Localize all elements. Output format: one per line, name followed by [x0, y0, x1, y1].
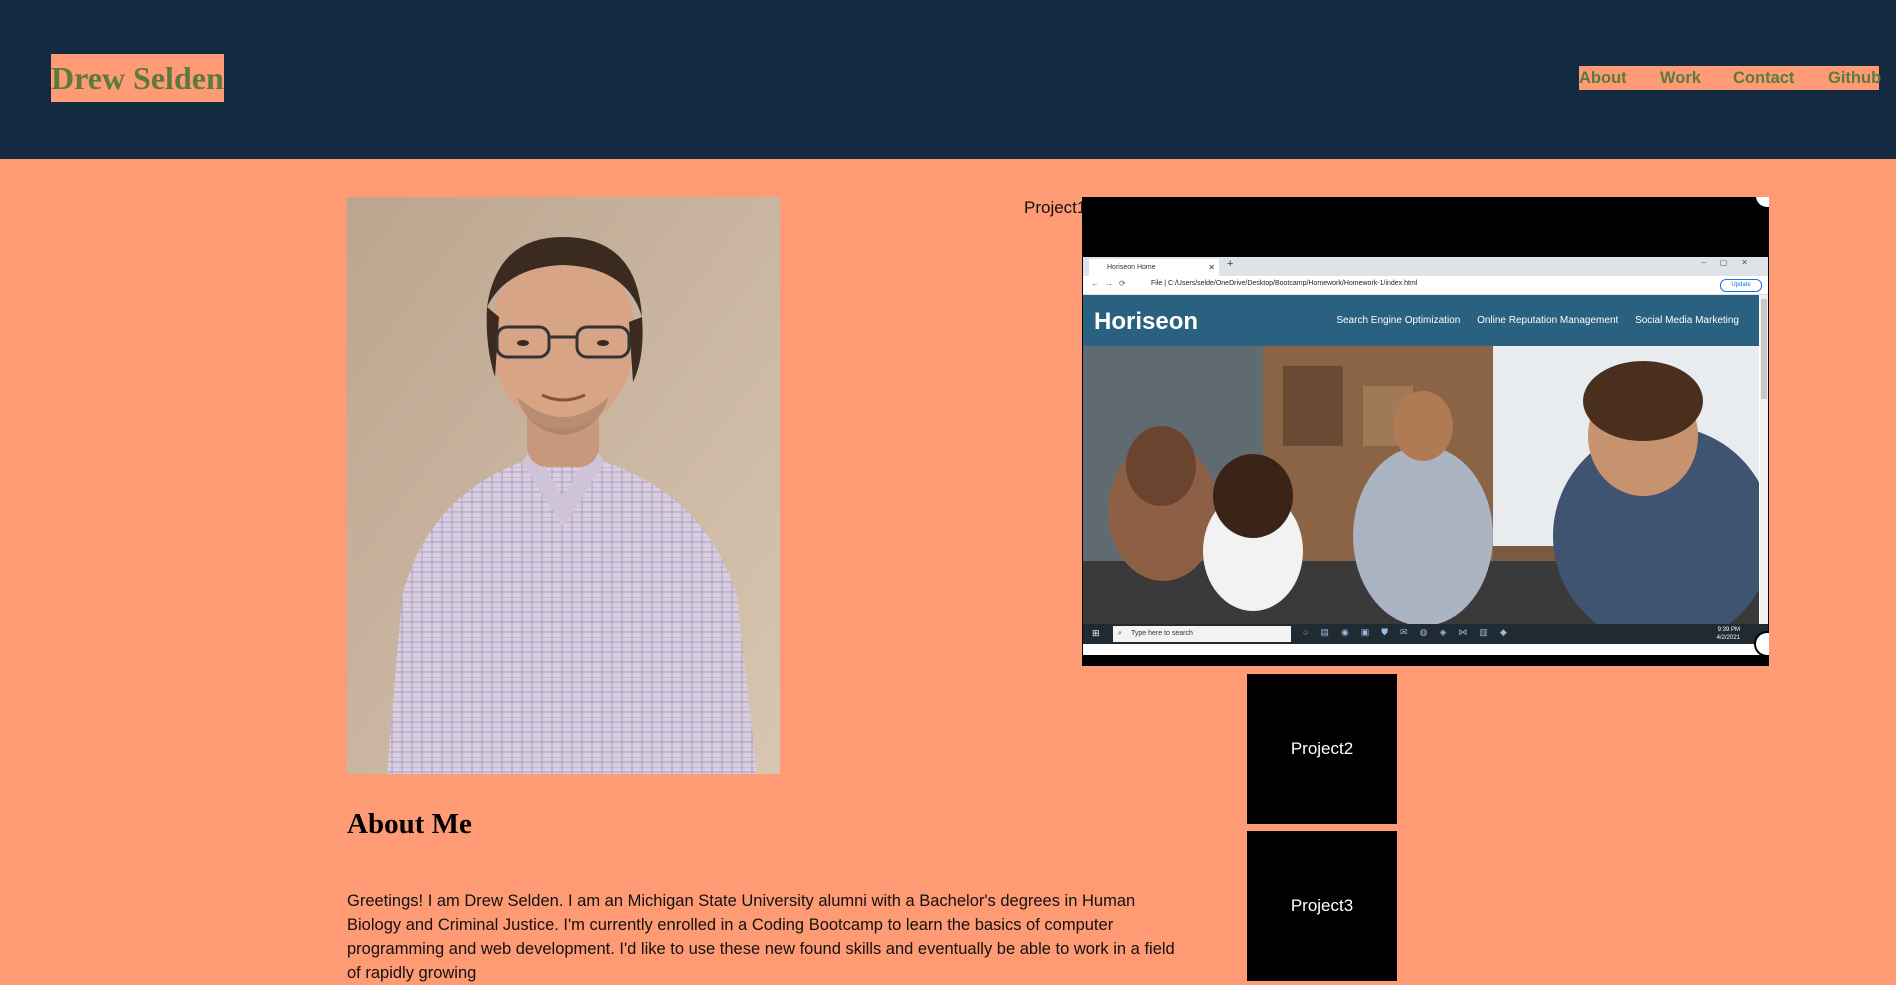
clock-time: 9:39 PM: [1717, 627, 1740, 633]
horiseon-nav-link: Online Reputation Management: [1477, 315, 1619, 326]
main-nav: About Work Contact Github: [1579, 66, 1881, 90]
project2-label: Project2: [1290, 739, 1354, 758]
close-icon: ✕: [1208, 263, 1215, 272]
update-button: Update: [1720, 279, 1762, 292]
horiseon-nav-link: Social Media Marketing: [1635, 315, 1739, 326]
windows-start-icon: ⊞: [1092, 628, 1100, 638]
nav-link-about[interactable]: About: [1579, 66, 1627, 90]
windows-taskbar: ⊞ ⌕ Type here to search ○▤◉▣⛊✉◍◈⋈▥◆ 9:39…: [1083, 624, 1768, 644]
horiseon-nav-link: Search Engine Optimization: [1336, 315, 1461, 326]
horiseon-hero-image: [1083, 346, 1759, 624]
browser-window: Horiseon Home ✕ + –▢✕ ←→⟳ File | C:/User…: [1083, 257, 1768, 655]
taskbar-search-text: Type here to search: [1131, 630, 1193, 637]
scroll-thumb: [1761, 299, 1767, 399]
about-paragraph: Greetings! I am Drew Selden. I am an Mic…: [347, 892, 1175, 982]
site-title[interactable]: Drew Selden: [51, 54, 224, 102]
taskbar-search: ⌕ Type here to search: [1113, 626, 1291, 642]
profile-photo-illustration: [347, 197, 780, 774]
search-icon: ⌕: [1118, 630, 1122, 637]
system-tray-clock: 9:39 PM 4/2/2021: [1717, 626, 1740, 642]
project3-label: Project3: [1290, 896, 1354, 915]
nav-link-github[interactable]: Github: [1828, 66, 1881, 90]
horiseon-nav: Search Engine Optimization Online Reputa…: [1322, 315, 1739, 326]
address-bar: ←→⟳ File | C:/Users/selde/OneDrive/Deskt…: [1083, 276, 1768, 295]
corner-handle-icon: [1754, 197, 1769, 209]
horiseon-logo: Horiseon: [1094, 308, 1199, 335]
nav-link-work[interactable]: Work: [1660, 66, 1701, 90]
window-controls-icon: –▢✕: [1701, 258, 1762, 267]
horiseon-header: Horiseon Search Engine Optimization Onli…: [1083, 295, 1759, 346]
about-heading: About Me: [347, 808, 472, 840]
nav-arrows-icon: ←→⟳: [1091, 279, 1132, 288]
project2-card[interactable]: Project2: [1247, 674, 1397, 824]
address-text: File | C:/Users/selde/OneDrive/Desktop/B…: [1151, 280, 1418, 287]
taskbar-apps-icon: ○▤◉▣⛊✉◍◈⋈▥◆: [1303, 627, 1519, 637]
new-tab-icon: +: [1227, 258, 1234, 270]
profile-photo: [347, 197, 780, 774]
scrollbar: [1760, 295, 1768, 624]
nav-link-contact[interactable]: Contact: [1733, 66, 1794, 90]
project1-screenshot[interactable]: Horiseon Home ✕ + –▢✕ ←→⟳ File | C:/User…: [1082, 197, 1769, 666]
project1-label[interactable]: Project1: [1024, 198, 1086, 218]
browser-tab-title: Horiseon Home: [1107, 264, 1156, 271]
browser-tab: Horiseon Home ✕: [1089, 259, 1219, 276]
site-header: Drew Selden About Work Contact Github: [0, 0, 1896, 159]
hero-photo-illustration: [1083, 346, 1759, 624]
clock-date: 4/2/2021: [1716, 635, 1740, 641]
browser-tab-bar: Horiseon Home ✕ + –▢✕: [1083, 257, 1768, 276]
